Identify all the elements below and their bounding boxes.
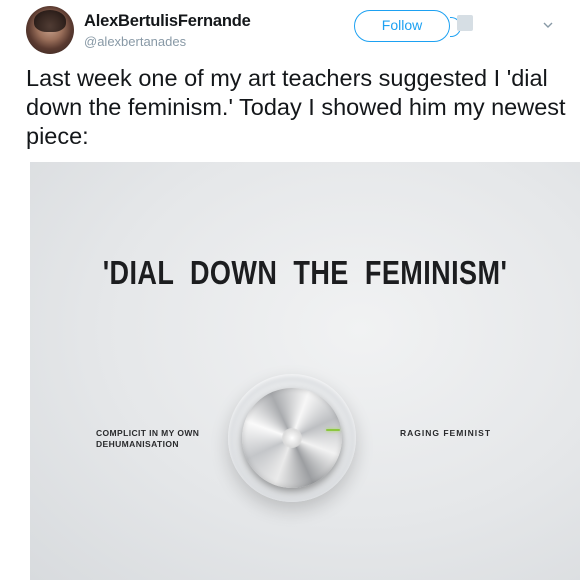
dial-right-label: RAGING FEMINIST: [400, 428, 492, 438]
tweet-image[interactable]: 'DIAL DOWN THE FEMINISM' COMPLICIT IN MY…: [30, 162, 580, 580]
display-name[interactable]: AlexBertulisFernande: [84, 12, 251, 31]
dial-indicator: [326, 429, 340, 431]
user-handle[interactable]: @alexbertanades: [84, 34, 186, 49]
artwork-title: 'DIAL DOWN THE FEMINISM': [102, 254, 508, 291]
tweet-header: AlexBertulisFernande @alexbertanades Fol…: [0, 0, 580, 62]
dial-knob: [242, 388, 342, 488]
tweet-text: Last week one of my art teachers suggest…: [26, 65, 566, 149]
follow-button[interactable]: Follow: [354, 10, 461, 42]
add-user-icon[interactable]: [457, 15, 473, 31]
chevron-down-icon[interactable]: [543, 20, 553, 30]
avatar[interactable]: [26, 6, 74, 54]
dial-left-label: COMPLICIT IN MY OWN DEHUMANISATION: [96, 428, 200, 449]
